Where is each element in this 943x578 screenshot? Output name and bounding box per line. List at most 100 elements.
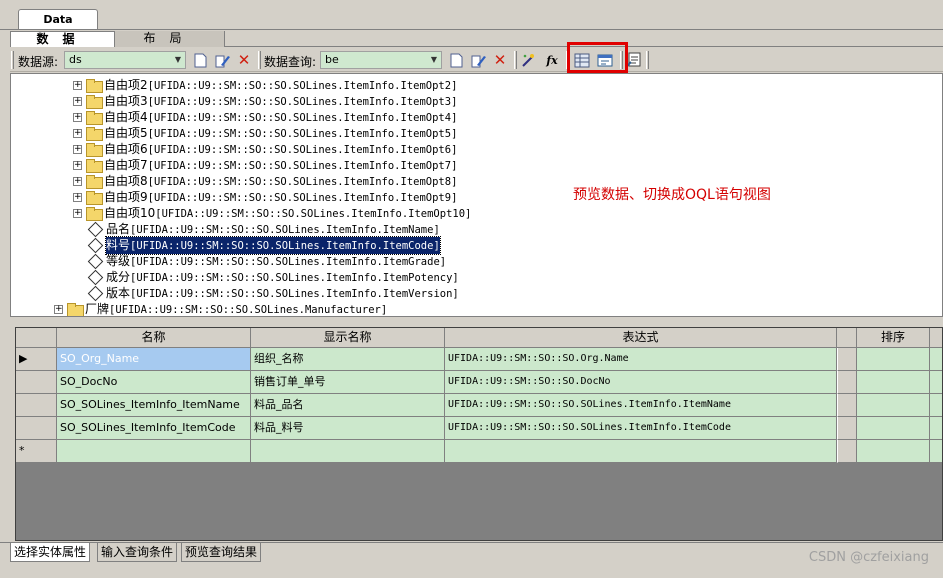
expression-cell[interactable]: UFIDA::U9::SM::SO::SO.DocNo [445,371,837,394]
name-cell[interactable]: SO_SOLines_ItemInfo_ItemName [57,394,251,417]
tree-node-label[interactable]: 自由项10[UFIDA::U9::SM::SO::SO.SOLines.Item… [104,205,471,222]
edit-query-button[interactable] [468,51,488,69]
row-header[interactable] [16,417,57,440]
display-name-cell[interactable]: 组织_名称 [251,348,445,371]
column-header-sort[interactable]: 排序 [857,328,930,348]
tree-node-label[interactable]: 成分[UFIDA::U9::SM::SO::SO.SOLines.ItemInf… [106,269,459,286]
tree-node-label[interactable]: 自由项7[UFIDA::U9::SM::SO::SO.SOLines.ItemI… [104,157,457,174]
expression-editor-button[interactable] [837,394,857,417]
expression-cell[interactable]: UFIDA::U9::SM::SO::SO.Org.Name [445,348,837,371]
expression-cell[interactable]: UFIDA::U9::SM::SO::SO.SOLines.ItemInfo.I… [445,394,837,417]
sort-cell[interactable] [857,417,930,440]
table-row[interactable]: SO_DocNo 销售订单_单号 UFIDA::U9::SM::SO::SO.Doc… [16,371,942,394]
query-select[interactable]: be ▼ [320,51,442,69]
display-name-cell[interactable] [251,440,445,463]
delete-datasource-button[interactable]: ✕ [234,51,254,69]
expand-icon[interactable]: + [73,192,82,202]
wizard-button[interactable] [518,51,538,69]
new-query-button[interactable] [446,51,466,69]
tree-folder-node[interactable]: + 自由项10[UFIDA::U9::SM::SO::SO.SOLines.Ite… [73,205,471,221]
tree-folder-node[interactable]: + 自由项4[UFIDA::U9::SM::SO::SO.SOLines.Item… [73,109,457,125]
tree-folder-node[interactable]: + 自由项9[UFIDA::U9::SM::SO::SO.SOLines.Item… [73,189,457,205]
name-cell[interactable] [57,440,251,463]
tree-field-node[interactable]: 版本[UFIDA::U9::SM::SO::SO.SOLines.ItemInf… [87,285,459,301]
splitter[interactable] [0,317,943,325]
expand-icon[interactable]: + [54,304,63,314]
expand-icon[interactable]: + [73,112,82,122]
sort-cell[interactable] [857,348,930,371]
table-row[interactable]: SO_SOLines_ItemInfo_ItemName 料品_品名 UFIDA::… [16,394,942,417]
expression-editor-button[interactable] [837,371,857,394]
tree-folder-node[interactable]: + 自由项2[UFIDA::U9::SM::SO::SO.SOLines.Item… [73,77,457,93]
sort-cell[interactable] [857,394,930,417]
tab-select-entity-attributes[interactable]: 选择实体属性 [10,543,91,562]
table-row[interactable]: ▶ SO_Org_Name 组织_名称 UFIDA::U9::SM::SO::SO.O… [16,348,942,371]
edit-datasource-button[interactable] [212,51,232,69]
row-header[interactable] [16,371,57,394]
display-name-cell[interactable]: 销售订单_单号 [251,371,445,394]
table-row[interactable]: SO_SOLines_ItemInfo_ItemCode 料品_料号 UFIDA::… [16,417,942,440]
chevron-down-icon[interactable]: ▼ [428,53,440,67]
expand-icon[interactable]: + [73,128,82,138]
name-cell[interactable]: SO_DocNo [57,371,251,394]
tree-folder-node[interactable]: + 厂牌[UFIDA::U9::SM::SO::SO.SOLines.Manufa… [54,301,387,317]
tree-field-node[interactable]: 成分[UFIDA::U9::SM::SO::SO.SOLines.ItemInf… [87,269,459,285]
toolbar-grip[interactable] [258,51,261,69]
tree-node-label[interactable]: 版本[UFIDA::U9::SM::SO::SO.SOLines.ItemInf… [106,285,459,302]
expand-icon[interactable]: + [73,80,82,90]
expression-cell[interactable]: UFIDA::U9::SM::SO::SO.SOLines.ItemInfo.I… [445,417,837,440]
chevron-down-icon[interactable]: ▼ [172,53,184,67]
expression-cell[interactable] [445,440,837,463]
tree-field-node[interactable]: 等级[UFIDA::U9::SM::SO::SO.SOLines.ItemInf… [87,253,446,269]
column-header-display-name[interactable]: 显示名称 [251,328,445,348]
name-cell[interactable]: SO_SOLines_ItemInfo_ItemCode [57,417,251,440]
datasource-select[interactable]: ds ▼ [64,51,186,69]
tree-folder-node[interactable]: + 自由项3[UFIDA::U9::SM::SO::SO.SOLines.Item… [73,93,457,109]
tree-node-label[interactable]: 自由项2[UFIDA::U9::SM::SO::SO.SOLines.ItemI… [104,77,457,94]
function-button[interactable]: fx [542,51,562,69]
expand-icon[interactable]: + [73,96,82,106]
tree-node-label[interactable]: 等级[UFIDA::U9::SM::SO::SO.SOLines.ItemInf… [106,253,446,270]
tab-input-query-conditions[interactable]: 输入查询条件 [97,543,178,562]
new-row[interactable]: * [16,440,942,463]
expression-editor-button[interactable] [837,440,857,463]
column-header-name[interactable]: 名称 [57,328,251,348]
row-header[interactable]: * [16,440,57,463]
sort-cell[interactable] [857,440,930,463]
entity-tree[interactable]: + 自由项2[UFIDA::U9::SM::SO::SO.SOLines.Item… [10,73,943,317]
tree-node-label[interactable]: 自由项8[UFIDA::U9::SM::SO::SO.SOLines.ItemI… [104,173,457,190]
toolbar-grip[interactable] [646,51,649,69]
tab-layout[interactable]: 布局 [115,31,225,47]
tree-node-label[interactable]: 自由项3[UFIDA::U9::SM::SO::SO.SOLines.ItemI… [104,93,457,110]
current-row-indicator[interactable]: ▶ [16,348,57,371]
expand-icon[interactable]: + [73,160,82,170]
column-header-expression[interactable]: 表达式 [445,328,837,348]
row-header[interactable] [16,394,57,417]
tree-field-node[interactable]: 料号[UFIDA::U9::SM::SO::SO.SOLines.ItemInf… [87,235,441,255]
tab-preview-query-results[interactable]: 预览查询结果 [181,543,262,562]
tree-node-label[interactable]: 自由项4[UFIDA::U9::SM::SO::SO.SOLines.ItemI… [104,109,457,126]
toolbar-grip[interactable] [11,51,14,69]
tree-folder-node[interactable]: + 自由项7[UFIDA::U9::SM::SO::SO.SOLines.Item… [73,157,457,173]
display-name-cell[interactable]: 料品_料号 [251,417,445,440]
tree-folder-node[interactable]: + 自由项8[UFIDA::U9::SM::SO::SO.SOLines.Item… [73,173,457,189]
tree-node-label[interactable]: 自由项6[UFIDA::U9::SM::SO::SO.SOLines.ItemI… [104,141,457,158]
toolbar-grip[interactable] [514,51,517,69]
expand-icon[interactable]: + [73,176,82,186]
expression-editor-button[interactable] [837,348,857,371]
expression-editor-button[interactable] [837,417,857,440]
expand-icon[interactable]: + [73,144,82,154]
delete-query-button[interactable]: ✕ [490,51,510,69]
tree-node-label[interactable]: 品名[UFIDA::U9::SM::SO::SO.SOLines.ItemInf… [106,221,440,238]
tree-node-label[interactable]: 自由项9[UFIDA::U9::SM::SO::SO.SOLines.ItemI… [104,189,457,206]
tree-folder-node[interactable]: + 自由项5[UFIDA::U9::SM::SO::SO.SOLines.Item… [73,125,457,141]
sort-cell[interactable] [857,371,930,394]
tab-data-sheet[interactable]: 数据 [10,31,115,47]
tree-node-label[interactable]: 料号[UFIDA::U9::SM::SO::SO.SOLines.ItemInf… [105,235,441,255]
name-cell[interactable]: SO_Org_Name [57,348,251,371]
tree-node-label[interactable]: 厂牌[UFIDA::U9::SM::SO::SO.SOLines.Manufac… [85,301,387,317]
tab-data[interactable]: Data [18,9,98,30]
tree-folder-node[interactable]: + 自由项6[UFIDA::U9::SM::SO::SO.SOLines.Item… [73,141,457,157]
tree-field-node[interactable]: 品名[UFIDA::U9::SM::SO::SO.SOLines.ItemInf… [87,221,440,237]
display-name-cell[interactable]: 料品_品名 [251,394,445,417]
